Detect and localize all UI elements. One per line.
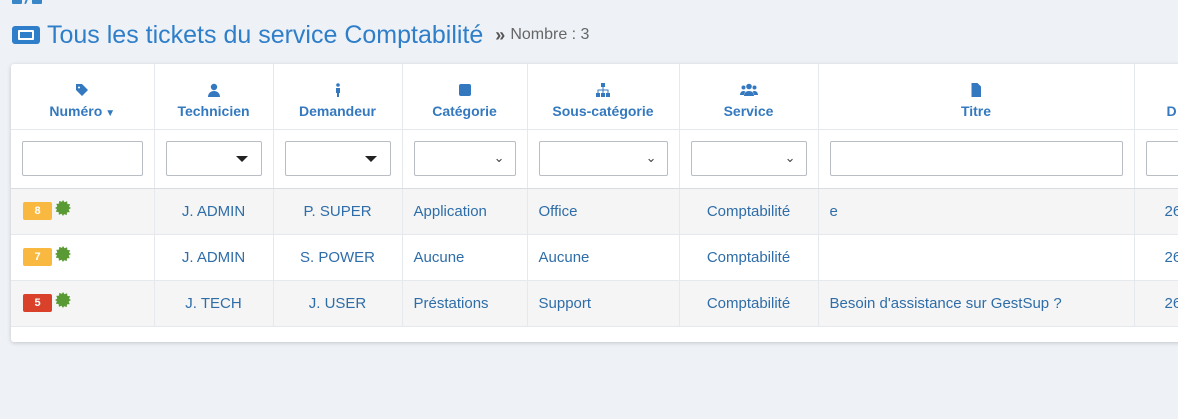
chevron-down-icon: ⌄ [493,150,505,165]
file-icon [819,83,1134,98]
filter-titre-input[interactable] [829,141,1123,176]
column-header-categorie[interactable]: Catégorie [402,64,528,130]
sort-desc-icon[interactable]: ▼ [105,108,115,119]
table-row[interactable]: 7 J. ADMIN S. POWER Aucune Aucune Compta… [11,234,1178,281]
cell-titre[interactable]: e [818,188,1135,235]
ticket-icon [11,25,41,45]
cell-service: Comptabilité [679,188,819,235]
cell-date: 26 [1134,280,1178,327]
column-label: Demandeur [298,103,377,120]
top-nav-icons [12,0,42,4]
chevron-down-icon: ⌄ [784,150,796,165]
cell-categorie: Préstations [402,280,528,327]
page-title: Tous les tickets du service Comptabilité [47,20,484,49]
users-icon [680,83,818,97]
column-header-demandeur[interactable]: Demandeur [273,64,403,130]
filter-demandeur-select[interactable] [284,141,391,176]
cell-categorie: Application [402,188,528,235]
cell-demandeur: J. USER [273,280,403,327]
ticket-number-badge[interactable]: 7 [23,248,52,267]
state-gear-icon [55,246,71,263]
cell-titre[interactable] [818,234,1135,281]
user-icon [155,83,273,98]
cell-titre[interactable]: Besoin d'assistance sur GestSup ? [818,280,1135,327]
column-label: Sous-catégorie [552,103,654,120]
filter-date-input[interactable] [1145,141,1178,176]
table-row[interactable]: 8 J. ADMIN P. SUPER Application Office C… [11,188,1178,235]
tickets-table-panel: Numéro ▼ Technicien Demandeur Catégorie S… [11,64,1178,342]
cell-service: Comptabilité [679,234,819,281]
column-label: Catégorie [432,103,497,120]
cell-sous-categorie: Aucune [527,234,680,281]
chevron-down-icon: ⌄ [645,150,657,165]
column-header-numero[interactable]: Numéro ▼ [11,64,155,130]
cell-service: Comptabilité [679,280,819,327]
ticket-count: Nombre : 3 [510,26,590,43]
column-header-sous-categorie[interactable]: Sous-catégorie [527,64,680,130]
column-header-technicien[interactable]: Technicien [154,64,274,130]
cell-date: 26 [1134,234,1178,281]
cell-technicien: J. ADMIN [154,234,274,281]
page-header: Tous les tickets du service Comptabilité… [11,18,589,52]
cell-categorie: Aucune [402,234,528,281]
column-header-titre[interactable]: Titre [818,64,1135,130]
double-chevron-right-icon: » [495,24,505,45]
ticket-number-badge[interactable]: 5 [23,294,52,313]
column-label: Technicien [177,103,250,120]
cell-sous-categorie: Support [527,280,680,327]
column-label: D [1166,103,1177,120]
column-label: Titre [960,103,992,120]
cell-technicien: J. TECH [154,280,274,327]
tickets-table: Numéro ▼ Technicien Demandeur Catégorie S… [11,64,1178,327]
column-label: Numéro [49,103,103,120]
separator-icon [24,0,30,4]
filter-service-select[interactable]: ⌄ [690,141,807,176]
cell-demandeur: S. POWER [273,234,403,281]
ticket-number-badge[interactable]: 8 [23,202,52,221]
column-header-service[interactable]: Service [679,64,819,130]
cell-technicien: J. ADMIN [154,188,274,235]
filter-numero-input[interactable] [22,141,143,176]
table-row[interactable]: 5 J. TECH J. USER Préstations Support Co… [11,280,1178,327]
home-icon[interactable] [12,0,22,4]
column-label: Service [723,103,774,120]
filter-categorie-select[interactable]: ⌄ [413,141,516,176]
tag-icon [11,83,154,97]
column-header-date[interactable]: D [1134,64,1178,130]
caret-down-icon [235,156,248,162]
calendar-icon [1167,83,1178,97]
cell-sous-categorie: Office [527,188,680,235]
filter-technicien-select[interactable] [165,141,262,176]
caret-down-icon [364,156,377,162]
sitemap-icon [528,83,679,98]
state-gear-icon [55,200,71,217]
square-icon [403,83,527,97]
cell-demandeur: P. SUPER [273,188,403,235]
filter-sous-categorie-select[interactable]: ⌄ [538,141,668,176]
person-standing-icon [274,83,402,98]
cell-date: 26 [1134,188,1178,235]
list-icon[interactable] [32,0,42,4]
state-gear-icon [55,292,71,309]
